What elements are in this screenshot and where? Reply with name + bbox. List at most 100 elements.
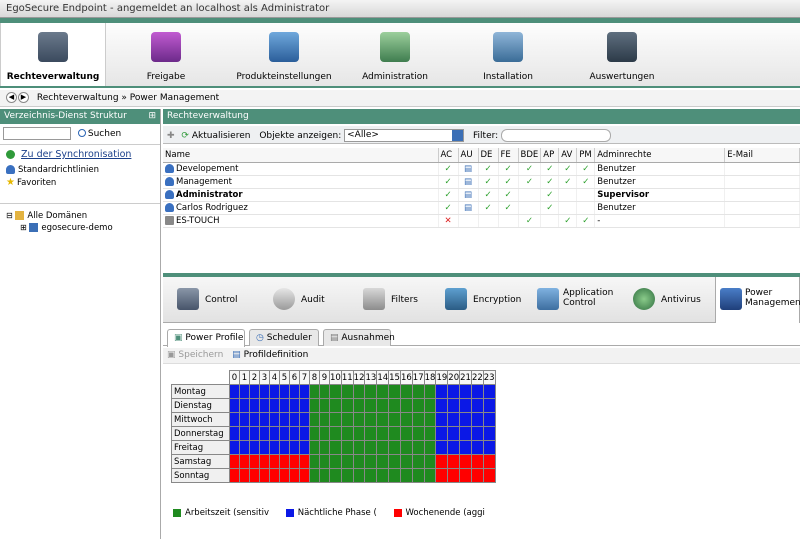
search-input[interactable]	[3, 127, 71, 140]
schedule-cell[interactable]	[352, 440, 366, 455]
schedule-cell[interactable]	[376, 398, 390, 413]
schedule-cell[interactable]	[364, 440, 378, 455]
schedule-cell[interactable]	[423, 440, 437, 455]
module-control[interactable]: Control	[177, 277, 257, 323]
schedule-cell[interactable]	[447, 384, 461, 399]
toolbar-installation[interactable]: Installation	[466, 23, 550, 86]
schedule-cell[interactable]	[299, 426, 310, 441]
schedule-cell[interactable]	[459, 426, 472, 441]
schedule-cell[interactable]	[279, 384, 290, 399]
collapse-icon[interactable]: ⊟	[6, 211, 13, 220]
schedule-cell[interactable]	[329, 440, 342, 455]
schedule-cell[interactable]	[299, 412, 310, 427]
schedule-cell[interactable]	[447, 412, 461, 427]
toolbar-rechteverwaltung[interactable]: Rechteverwaltung	[0, 23, 106, 86]
table-row[interactable]: Administrator ✓ ▤ ✓ ✓ ✓ Supervisor	[163, 188, 800, 202]
schedule-cell[interactable]	[309, 398, 320, 413]
column-header[interactable]: DE	[478, 148, 499, 163]
schedule-cell[interactable]	[329, 398, 342, 413]
schedule-cell[interactable]	[340, 384, 354, 399]
schedule-cell[interactable]	[352, 384, 366, 399]
tree-item-egosecure-demo[interactable]: ⊞ egosecure-demo	[0, 222, 160, 234]
column-header[interactable]: FE	[498, 148, 519, 163]
pin-icon[interactable]: ⊞	[148, 111, 156, 121]
schedule-cell[interactable]	[319, 384, 330, 399]
schedule-cell[interactable]	[309, 412, 320, 427]
schedule-cell[interactable]	[423, 398, 437, 413]
schedule-cell[interactable]	[364, 454, 378, 469]
schedule-cell[interactable]	[289, 468, 300, 483]
schedule-cell[interactable]	[340, 468, 354, 483]
schedule-cell[interactable]	[411, 454, 425, 469]
module-application-control[interactable]: Application Control	[537, 277, 621, 323]
schedule-cell[interactable]	[239, 468, 250, 483]
schedule-cell[interactable]	[309, 384, 320, 399]
column-header[interactable]: AC	[438, 148, 459, 163]
schedule-cell[interactable]	[364, 426, 378, 441]
schedule-cell[interactable]	[259, 412, 270, 427]
column-header[interactable]: PM	[576, 148, 596, 163]
schedule-cell[interactable]	[289, 426, 300, 441]
schedule-cell[interactable]	[399, 412, 413, 427]
schedule-cell[interactable]	[411, 398, 425, 413]
schedule-cell[interactable]	[269, 426, 280, 441]
schedule-cell[interactable]	[239, 398, 250, 413]
schedule-cell[interactable]	[482, 384, 496, 399]
schedule-cell[interactable]	[435, 468, 449, 483]
schedule-cell[interactable]	[470, 412, 484, 427]
schedule-cell[interactable]	[482, 398, 496, 413]
schedule-cell[interactable]	[411, 426, 425, 441]
schedule-cell[interactable]	[289, 384, 300, 399]
schedule-cell[interactable]	[229, 426, 240, 441]
schedule-cell[interactable]	[319, 412, 330, 427]
schedule-cell[interactable]	[459, 454, 472, 469]
schedule-cell[interactable]	[399, 454, 413, 469]
table-row[interactable]: ES-TOUCH ✕ ✓ ✓ ✓ -	[163, 214, 800, 228]
schedule-cell[interactable]	[352, 398, 366, 413]
schedule-cell[interactable]	[279, 454, 290, 469]
toolbar-administration[interactable]: Administration	[352, 23, 438, 86]
schedule-cell[interactable]	[279, 412, 290, 427]
schedule-cell[interactable]	[289, 398, 300, 413]
schedule-cell[interactable]	[279, 468, 290, 483]
module-filters[interactable]: Filters	[363, 277, 423, 323]
schedule-cell[interactable]	[249, 412, 260, 427]
schedule-cell[interactable]	[459, 412, 472, 427]
schedule-cell[interactable]	[259, 454, 270, 469]
schedule-cell[interactable]	[352, 454, 366, 469]
schedule-cell[interactable]	[319, 440, 330, 455]
schedule-cell[interactable]	[299, 454, 310, 469]
schedule-cell[interactable]	[470, 440, 484, 455]
schedule-cell[interactable]	[249, 454, 260, 469]
schedule-cell[interactable]	[376, 426, 390, 441]
tree-item-alle-domaenen[interactable]: ⊟ Alle Domänen	[0, 210, 160, 222]
schedule-cell[interactable]	[289, 454, 300, 469]
sync-link[interactable]: Zu der Synchronisation	[21, 149, 131, 160]
schedule-cell[interactable]	[239, 412, 250, 427]
module-power-management[interactable]: Power Management	[715, 277, 800, 323]
schedule-cell[interactable]	[279, 440, 290, 455]
schedule-cell[interactable]	[364, 398, 378, 413]
schedule-cell[interactable]	[229, 412, 240, 427]
schedule-cell[interactable]	[423, 384, 437, 399]
module-encryption[interactable]: Encryption	[445, 277, 521, 323]
schedule-cell[interactable]	[423, 412, 437, 427]
schedule-cell[interactable]	[309, 454, 320, 469]
schedule-cell[interactable]	[329, 426, 342, 441]
table-row[interactable]: Developement ✓ ▤ ✓ ✓ ✓ ✓ ✓ ✓ Benutzer	[163, 162, 800, 176]
schedule-cell[interactable]	[259, 384, 270, 399]
refresh-button[interactable]: ⟳ Aktualisieren	[181, 131, 250, 141]
schedule-cell[interactable]	[249, 398, 260, 413]
schedule-cell[interactable]	[388, 468, 401, 483]
filter-input[interactable]	[501, 129, 612, 142]
schedule-cell[interactable]	[340, 398, 354, 413]
schedule-cell[interactable]	[411, 468, 425, 483]
table-row[interactable]: Carlos Rodriguez ✓ ▤ ✓ ✓ ✓ Benutzer	[163, 201, 800, 215]
schedule-cell[interactable]	[399, 384, 413, 399]
schedule-cell[interactable]	[447, 440, 461, 455]
schedule-cell[interactable]	[470, 398, 484, 413]
schedule-cell[interactable]	[376, 454, 390, 469]
schedule-cell[interactable]	[459, 440, 472, 455]
schedule-cell[interactable]	[470, 468, 484, 483]
schedule-cell[interactable]	[329, 454, 342, 469]
